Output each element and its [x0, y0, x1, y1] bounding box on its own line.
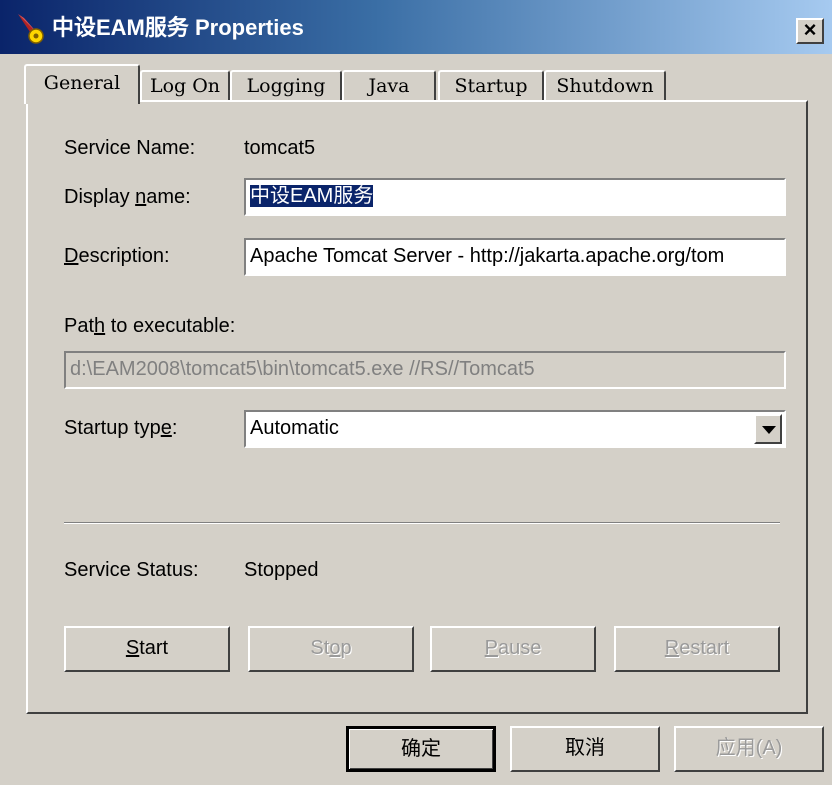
- path-label-key: h: [94, 315, 106, 337]
- window-title: 中设EAM服务 Properties: [52, 15, 304, 40]
- path-label-pre: Pat: [64, 315, 95, 337]
- service-status-value: Stopped: [244, 559, 319, 581]
- description-input[interactable]: Apache Tomcat Server - http://jakarta.ap…: [244, 238, 786, 276]
- startup-type-label: Startup type:: [64, 415, 177, 441]
- startup-type-label-key: e: [160, 417, 172, 439]
- tab-general[interactable]: General: [24, 64, 140, 104]
- apply-button[interactable]: 应用(A): [674, 726, 824, 772]
- start-button-rest: tart: [139, 637, 169, 659]
- service-status-label: Service Status:: [64, 559, 199, 581]
- tab-startup[interactable]: Startup: [438, 70, 544, 102]
- startup-type-select[interactable]: Automatic: [244, 410, 786, 448]
- pause-button[interactable]: Pause: [430, 626, 596, 672]
- display-name-label-post: ame:: [146, 186, 191, 208]
- startup-type-label-pre: Startup typ: [64, 417, 161, 439]
- tab-log-on[interactable]: Log On: [140, 70, 230, 102]
- pause-button-rest: ause: [497, 637, 542, 659]
- pause-button-key: P: [484, 637, 498, 659]
- section-divider: [64, 522, 780, 524]
- display-name-value: 中设EAM服务: [250, 185, 374, 207]
- service-name-label: Service Name:: [64, 137, 196, 159]
- stop-button[interactable]: Stop: [248, 626, 414, 672]
- tab-java[interactable]: Java: [342, 70, 436, 102]
- title-bar[interactable]: 中设EAM服务 Properties ×: [0, 0, 832, 54]
- dropdown-arrow-icon[interactable]: [754, 414, 782, 444]
- start-button-key: S: [125, 637, 140, 659]
- stop-button-pre: St: [310, 637, 330, 659]
- path-label-post: to executable:: [105, 315, 236, 337]
- stop-button-key: o: [329, 637, 341, 659]
- stop-button-post: p: [340, 637, 352, 659]
- description-label-post: escription:: [78, 245, 170, 267]
- display-name-label-pre: Display: [64, 186, 136, 208]
- path-to-executable-field: d:\EAM2008\tomcat5\bin\tomcat5.exe //RS/…: [64, 351, 786, 389]
- restart-button[interactable]: Restart: [614, 626, 780, 672]
- ok-button[interactable]: 确定: [346, 726, 496, 772]
- startup-type-value: Automatic: [250, 417, 339, 439]
- display-name-label-key: n: [135, 186, 147, 208]
- description-label: Description:: [64, 243, 170, 269]
- cancel-button[interactable]: 取消: [510, 726, 660, 772]
- close-button[interactable]: ×: [796, 18, 824, 44]
- restart-button-key: R: [664, 637, 680, 659]
- restart-button-rest: estart: [679, 637, 730, 659]
- properties-dialog: 中设EAM服务 Properties × General Log On Logg…: [0, 0, 832, 785]
- display-name-input[interactable]: 中设EAM服务: [244, 178, 786, 216]
- description-label-key: D: [64, 245, 79, 267]
- service-name-value: tomcat5: [244, 137, 316, 159]
- tab-shutdown[interactable]: Shutdown: [544, 70, 666, 102]
- startup-type-label-post: :: [171, 417, 178, 439]
- display-name-label: Display name:: [64, 184, 191, 210]
- path-label: Path to executable:: [64, 313, 235, 339]
- tab-logging[interactable]: Logging: [230, 70, 342, 102]
- service-app-icon: [18, 14, 44, 44]
- start-button[interactable]: Start: [64, 626, 230, 672]
- general-tab-panel: Service Name: tomcat5 Display name: 中设EA…: [26, 100, 808, 714]
